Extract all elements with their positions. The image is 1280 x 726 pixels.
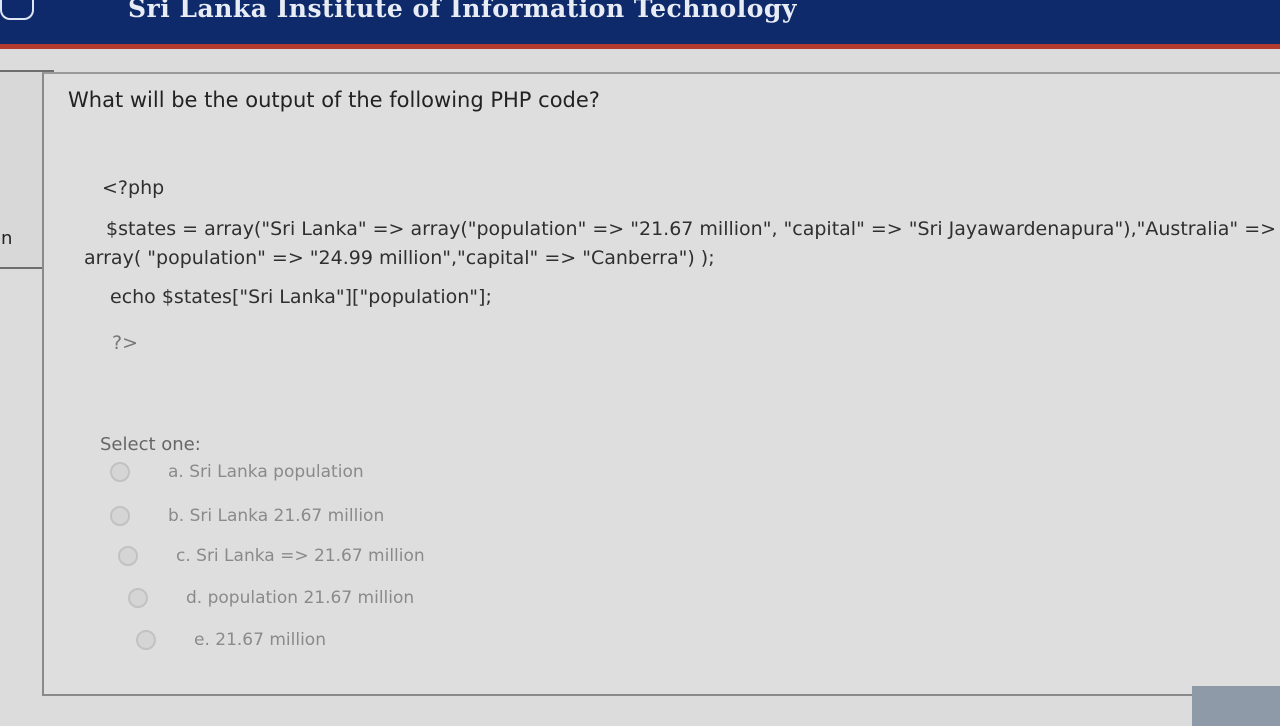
select-one-label: Select one: [100, 434, 201, 455]
header-divider [0, 44, 1280, 49]
option-label: d. population 21.67 million [186, 588, 415, 608]
answer-option-c[interactable]: c. Sri Lanka => 21.67 million [118, 546, 425, 566]
code-line: array( "population" => "24.99 million","… [84, 247, 715, 269]
site-header: Sri Lanka Institute of Information Techn… [0, 0, 1280, 44]
answer-option-d[interactable]: d. population 21.67 million [128, 588, 414, 608]
side-panel-fragment: d [0, 128, 1, 149]
answer-option-e[interactable]: e. 21.67 million [136, 630, 326, 650]
option-label: c. Sri Lanka => 21.67 million [176, 546, 425, 566]
code-line: $states = array("Sri Lanka" => array("po… [106, 218, 1277, 240]
question-prompt: What will be the output of the following… [68, 88, 600, 112]
answer-option-b[interactable]: b. Sri Lanka 21.67 million [110, 506, 384, 526]
radio-button[interactable] [118, 546, 138, 566]
radio-button[interactable] [128, 588, 148, 608]
radio-button[interactable] [110, 462, 130, 482]
code-line: echo $states["Sri Lanka"]["population"]; [110, 286, 492, 308]
radio-button[interactable] [110, 506, 130, 526]
option-label: e. 21.67 million [194, 630, 326, 650]
institute-logo [0, 0, 34, 20]
side-panel-fragment: on [0, 228, 13, 249]
radio-button[interactable] [136, 630, 156, 650]
header-title: Sri Lanka Institute of Information Techn… [128, 0, 797, 23]
option-label: b. Sri Lanka 21.67 million [168, 506, 385, 526]
answer-option-a[interactable]: a. Sri Lanka population [110, 462, 364, 482]
code-line: <?php [102, 177, 165, 199]
code-line: ?> [112, 332, 139, 354]
option-label: a. Sri Lanka population [168, 462, 364, 482]
next-page-button[interactable] [1192, 686, 1280, 726]
